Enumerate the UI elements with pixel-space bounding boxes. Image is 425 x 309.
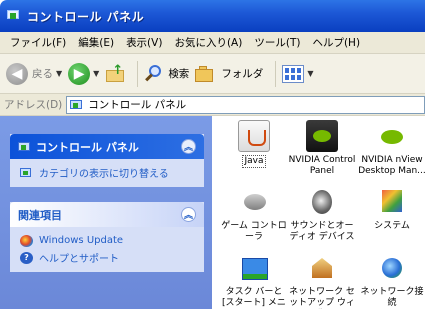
control-panel-icon [7,10,21,22]
windows-update-link[interactable]: Windows Update [20,232,196,249]
control-panel-item-network-setup[interactable]: ネットワーク セットアップ ウィザ... [288,252,356,309]
views-button[interactable]: ▼ [282,64,313,83]
up-button[interactable]: ↑ [105,64,125,84]
see-also-section-body: Windows Update ? ヘルプとサポート [10,227,204,272]
search-label: 検索 [168,68,190,80]
menu-view[interactable]: 表示(V) [120,35,168,50]
item-label: Java [242,155,266,168]
control-panel-section-title: コントロール パネル [36,140,139,154]
menu-tools[interactable]: ツール(T) [248,35,306,50]
back-dropdown-icon[interactable]: ▼ [56,69,62,78]
views-icon [282,64,305,83]
sound-icon [306,186,338,218]
category-view-icon [20,167,33,179]
menu-edit[interactable]: 編集(E) [72,35,120,50]
control-panel-section-body: カテゴリの表示に切り替える [10,159,204,187]
item-label: ネットワーク セットアップ ウィザ... [289,287,355,308]
collapse-icon[interactable]: ︽ [181,139,196,154]
address-value: コントロール パネル [88,99,187,111]
menu-favorites[interactable]: お気に入り(A) [168,35,248,50]
address-field[interactable]: コントロール パネル [66,95,425,114]
search-icon [144,64,164,84]
see-also-section-header[interactable]: 関連項目 ︽ [10,202,204,227]
back-button[interactable]: ◀ 戻る ▼ [6,62,62,85]
task-pane: コントロール パネル ︽ カテゴリの表示に切り替える 関連項目 ︽ Window… [0,116,212,309]
window-title: コントロール パネル [27,9,145,24]
network-connections-icon [376,252,408,284]
windows-update-icon [20,234,33,247]
address-bar: アドレス(D) コントロール パネル [0,94,425,116]
forward-button[interactable]: ▶ ▼ [68,62,99,85]
help-icon: ? [20,251,33,264]
see-also-section: 関連項目 ︽ Windows Update ? ヘルプとサポート [10,202,204,272]
item-label: ネットワーク接続 [360,287,424,308]
system-icon [376,186,408,218]
control-panel-icon [18,141,32,153]
control-panel-icon [70,99,84,111]
back-arrow-icon: ◀ [6,62,28,85]
control-panel-item-system[interactable]: システム [358,186,425,232]
folders-icon [195,65,217,83]
menu-bar: ファイル(F) 編集(E) 表示(V) お気に入り(A) ツール(T) ヘルプ(… [0,32,425,54]
help-and-support-label: ヘルプとサポート [39,254,119,265]
windows-update-label: Windows Update [39,235,124,246]
see-also-section-title: 関連項目 [18,208,62,222]
switch-to-category-view-link[interactable]: カテゴリの表示に切り替える [20,164,196,181]
address-label: アドレス(D) [4,99,63,111]
item-label: NVIDIA Control Panel [288,155,356,176]
control-panel-item-game-controllers[interactable]: ゲーム コントロ ーラ [220,186,288,243]
control-panel-item-nvidia-control-panel[interactable]: NVIDIA Control Panel [288,120,356,177]
control-panel-item-java[interactable]: Java [220,120,288,168]
java-icon [238,120,270,152]
collapse-icon[interactable]: ︽ [181,207,196,222]
forward-dropdown-icon[interactable]: ▼ [93,69,99,78]
toolbar: ◀ 戻る ▼ ▶ ▼ ↑ 検索 フォルダ ▼ [0,54,425,94]
menu-file[interactable]: ファイル(F) [4,35,72,50]
folders-label: フォルダ [221,68,264,80]
control-panel-item-sound[interactable]: サウンドとオーディオ デバイス [288,186,356,243]
item-label: ゲーム コントロ ーラ [221,221,287,242]
control-panel-items: Java NVIDIA Control Panel NVIDIA nView D… [212,116,425,309]
back-label: 戻る [32,68,53,80]
control-panel-section-header[interactable]: コントロール パネル ︽ [10,134,204,159]
search-button[interactable]: 検索 [144,64,189,84]
item-label: サウンドとオーディオ デバイス [289,221,355,242]
folder-up-icon: ↑ [105,64,125,84]
toolbar-separator [137,60,139,87]
nvidia-desktop-manager-icon [376,120,408,152]
game-controller-icon [238,186,270,218]
nvidia-control-panel-icon [306,120,338,152]
forward-arrow-icon: ▶ [68,62,91,85]
control-panel-item-network-connections[interactable]: ネットワーク接続 [358,252,425,309]
network-setup-icon [306,252,338,284]
toolbar-separator [275,60,277,87]
item-label: NVIDIA nView Desktop Man... [358,155,425,176]
item-label: システム [374,221,410,231]
views-dropdown-icon[interactable]: ▼ [307,69,313,78]
menu-help[interactable]: ヘルプ(H) [306,35,366,50]
taskbar-icon [238,252,270,284]
control-panel-item-nvidia-nview[interactable]: NVIDIA nView Desktop Man... [358,120,425,177]
control-panel-section: コントロール パネル ︽ カテゴリの表示に切り替える [10,134,204,187]
title-bar: コントロール パネル [0,0,425,32]
help-and-support-link[interactable]: ? ヘルプとサポート [20,249,196,266]
item-label: タスク バーと [スタート] メニュー [222,287,286,308]
control-panel-item-taskbar[interactable]: タスク バーと [スタート] メニュー [220,252,288,309]
folders-button[interactable]: フォルダ [195,65,263,83]
switch-to-category-view-label: カテゴリの表示に切り替える [39,169,169,180]
